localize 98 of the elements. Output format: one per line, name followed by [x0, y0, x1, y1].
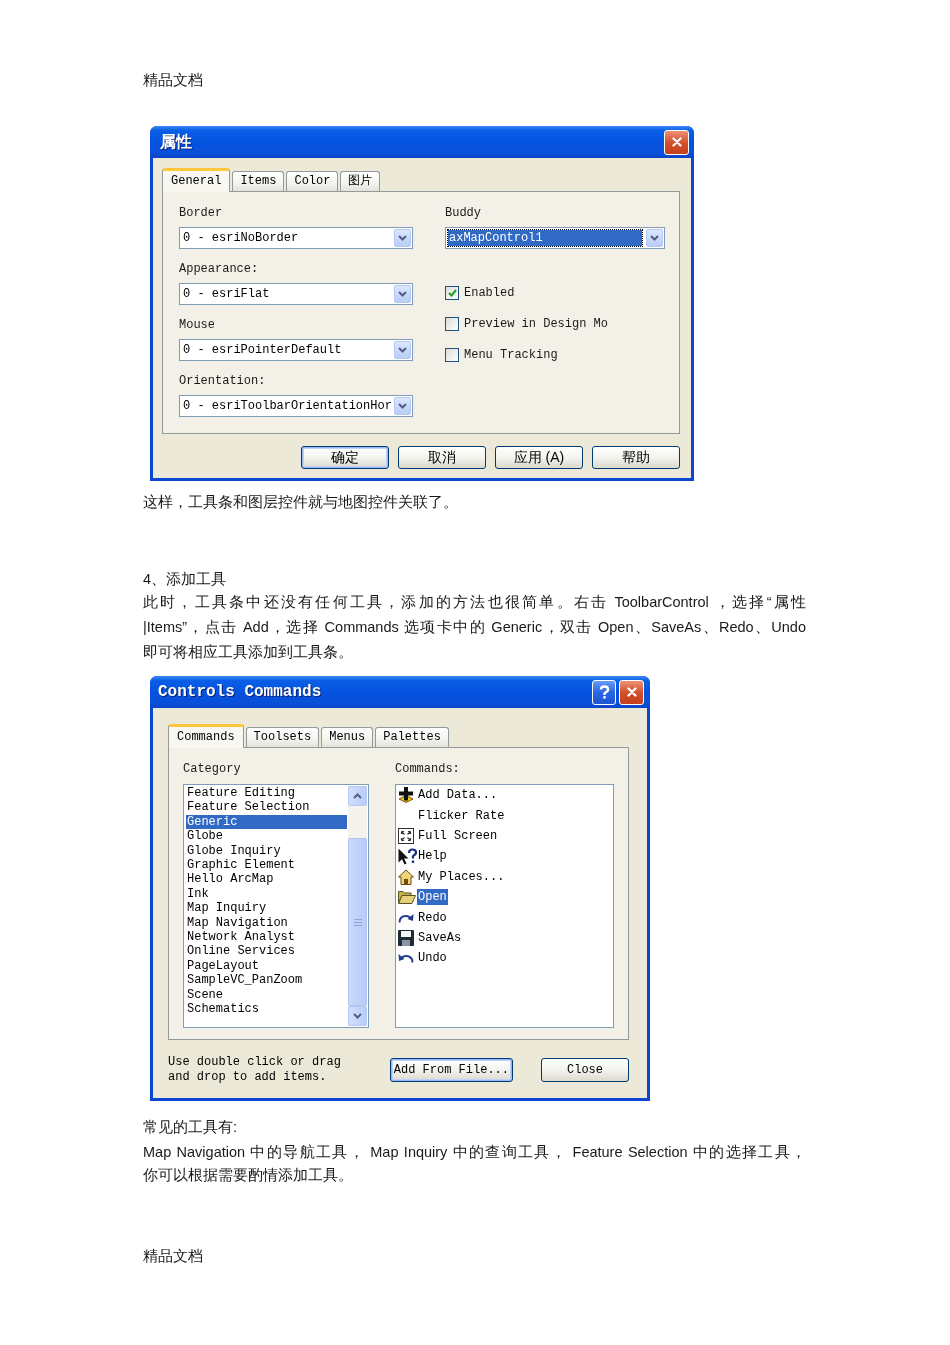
- checkbox[interactable]: [445, 347, 459, 362]
- paragraph: Map Navigation 中的导航工具， Map Inquiry 中的查询工具， Feature Selection 中的选择工具， 你可以根据需要酌情添加工具。: [143, 1143, 806, 1185]
- dropdown-arrow-button[interactable]: [646, 229, 663, 247]
- chevron-down-icon: [398, 403, 407, 409]
- paragraph: 此时，工具条中还没有任何工具，添加的方法也很简单。右击 ToolbarControl ，选择“属性 |Items”，点击 Add，选择 Commands 选项卡中的 Generic，双击 Open、SaveAs、Redo、Undo 即可将相应工具添加到工具条。: [143, 593, 806, 662]
- dropdown-arrow-button[interactable]: [394, 229, 411, 247]
- checkbox-label: Menu Tracking: [464, 347, 558, 362]
- list-item[interactable]: My Places...: [417, 868, 506, 885]
- list-item[interactable]: Feature Editing: [186, 786, 347, 801]
- dropdown-arrow-button[interactable]: [394, 341, 411, 359]
- window-title: 属性: [160, 131, 192, 153]
- chevron-down-icon: [398, 235, 407, 241]
- tab[interactable]: Commands: [168, 724, 244, 748]
- checkbox-label: Enabled: [464, 285, 515, 300]
- grip-icon: [353, 918, 362, 926]
- list-item[interactable]: Globe: [186, 829, 347, 844]
- list-item[interactable]: Map Inquiry: [186, 901, 347, 916]
- checkbox-label: Preview in Design Mo: [464, 316, 609, 331]
- list-item[interactable]: Open: [417, 889, 448, 906]
- field-label: Orientation:: [179, 374, 266, 389]
- page-header: 精品文档: [143, 71, 203, 89]
- list-item[interactable]: Generic: [186, 814, 347, 830]
- close-button[interactable]: [664, 129, 689, 155]
- list-item[interactable]: Online Services: [186, 944, 347, 959]
- tab[interactable]: Palettes: [375, 727, 449, 747]
- dialog-button[interactable]: Close: [541, 1058, 629, 1082]
- plus-icon: [398, 787, 414, 804]
- list-label: Category: [183, 762, 241, 777]
- chevron-down-icon: [650, 235, 659, 241]
- folder-icon: [398, 890, 416, 905]
- scroll-down-button[interactable]: [348, 1006, 367, 1026]
- list-item[interactable]: Network Analyst: [186, 930, 347, 945]
- list-item[interactable]: Graphic Element: [186, 858, 347, 873]
- chevron-down-icon: [353, 1013, 362, 1019]
- window-title: Controls Commands: [158, 683, 322, 701]
- list-item[interactable]: SaveAs: [417, 929, 463, 946]
- list-item[interactable]: Globe Inquiry: [186, 843, 347, 859]
- pointer-question-icon: [398, 847, 417, 865]
- redo-icon: [398, 912, 414, 923]
- dropdown[interactable]: 0 - esriToolbarOrientationHor: [179, 395, 413, 417]
- list-item[interactable]: Redo: [417, 909, 448, 926]
- field-label: Border: [179, 206, 223, 221]
- checkbox[interactable]: [445, 285, 459, 300]
- list-item[interactable]: Full Screen: [417, 827, 499, 844]
- hint-text: Use double click or drag and drop to add items.: [168, 1055, 342, 1085]
- list-item[interactable]: Ink: [186, 886, 347, 902]
- list-item[interactable]: PageLayout: [186, 958, 347, 974]
- dropdown[interactable]: 0 - esriNoBorder: [179, 227, 413, 249]
- dropdown-arrow-button[interactable]: [394, 397, 411, 415]
- dialog-button[interactable]: 应用 (A): [495, 446, 583, 469]
- field-label: Mouse: [179, 318, 215, 333]
- tab[interactable]: Items: [232, 171, 285, 191]
- scrollbar[interactable]: [348, 786, 367, 1026]
- checkbox[interactable]: [445, 316, 459, 331]
- paragraph-heading: 常见的工具有:: [143, 1118, 238, 1136]
- dialog-button[interactable]: 帮助: [592, 446, 680, 469]
- scroll-thumb[interactable]: [348, 838, 367, 1006]
- chevron-up-icon: [353, 793, 362, 799]
- caption-text: 这样，工具条和图层控件就与地图控件关联了。: [143, 493, 458, 511]
- scroll-up-button[interactable]: [348, 786, 367, 806]
- list-item[interactable]: Map Navigation: [186, 915, 347, 931]
- dropdown[interactable]: 0 - esriPointerDefault: [179, 339, 413, 361]
- tab[interactable]: Menus: [321, 727, 374, 747]
- list-item[interactable]: Schematics: [186, 1002, 347, 1017]
- list-item[interactable]: Add Data...: [417, 787, 499, 804]
- house-icon: [398, 868, 414, 885]
- list-item[interactable]: Flicker Rate: [417, 807, 506, 824]
- expand-icon: [398, 827, 414, 844]
- field-label: Appearance:: [179, 262, 259, 277]
- dropdown-arrow-button[interactable]: [394, 285, 411, 303]
- list-item[interactable]: Feature Selection: [186, 800, 347, 815]
- tab[interactable]: Toolsets: [245, 727, 320, 747]
- close-button[interactable]: [619, 679, 644, 705]
- section-heading: 4、添加工具: [143, 570, 227, 588]
- help-button[interactable]: [592, 679, 616, 705]
- tab[interactable]: General: [162, 168, 231, 192]
- checkmark-icon: [447, 288, 457, 297]
- list-item[interactable]: SampleVC_PanZoom: [186, 973, 347, 988]
- undo-icon: [398, 953, 414, 964]
- list-item[interactable]: Undo: [417, 950, 448, 967]
- list-item[interactable]: Help: [417, 848, 448, 865]
- tab[interactable]: 图片: [340, 171, 381, 191]
- close-icon: [626, 687, 637, 697]
- close-icon: [671, 137, 682, 147]
- field-label: Buddy: [445, 206, 481, 221]
- list-item[interactable]: Hello ArcMap: [186, 872, 347, 887]
- dialog-button[interactable]: Add From File...: [389, 1058, 513, 1082]
- list-label: Commands:: [395, 762, 460, 777]
- question-mark-icon: [598, 685, 610, 699]
- chevron-down-icon: [398, 347, 407, 353]
- page-footer: 精品文档: [143, 1247, 203, 1265]
- dropdown[interactable]: 0 - esriFlat: [179, 283, 413, 305]
- tab[interactable]: Color: [286, 171, 339, 191]
- dropdown[interactable]: axMapControl1: [445, 227, 665, 249]
- list-item[interactable]: Scene: [186, 987, 347, 1003]
- dialog-button[interactable]: 确定: [301, 446, 389, 469]
- dialog-button[interactable]: 取消: [398, 446, 486, 469]
- chevron-down-icon: [398, 291, 407, 297]
